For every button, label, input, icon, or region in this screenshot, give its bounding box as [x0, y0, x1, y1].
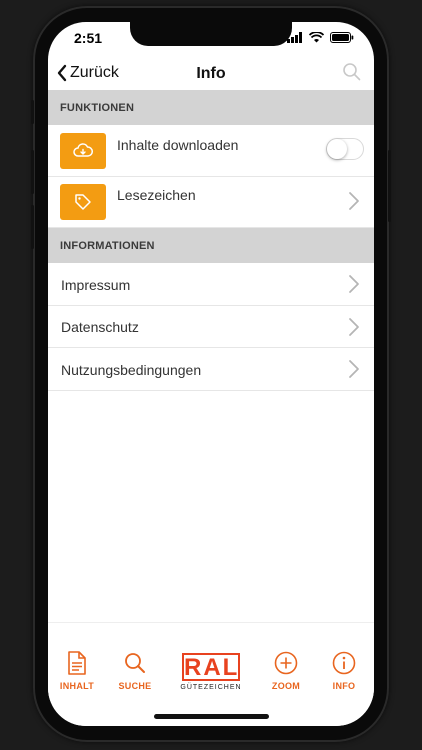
section-header-funktionen: FUNKTIONEN	[48, 90, 374, 125]
chevron-right-icon	[349, 192, 359, 210]
tab-label: INFO	[332, 681, 356, 691]
status-icons	[287, 32, 354, 43]
device-power-button	[388, 150, 391, 222]
section-header-informationen: INFORMATIONEN	[48, 228, 374, 263]
row-impressum[interactable]: Impressum	[48, 263, 374, 306]
download-toggle[interactable]	[326, 138, 364, 160]
signal-icon	[287, 32, 302, 43]
row-datenschutz[interactable]: Datenschutz	[48, 306, 374, 348]
cloud-download-icon	[73, 143, 93, 157]
device-mute-switch	[31, 100, 34, 124]
chevron-right-icon	[349, 275, 359, 293]
toggle-knob	[327, 139, 347, 159]
device-volume-up	[31, 150, 34, 194]
tag-icon-tile	[60, 184, 106, 220]
ral-logo-mark: RAL	[182, 653, 240, 681]
row-label: Lesezeichen	[117, 187, 196, 203]
info-icon	[332, 651, 356, 675]
ral-logo[interactable]: RAL GÜTEZEICHEN	[179, 653, 243, 691]
cloud-download-icon-tile	[60, 133, 106, 169]
row-label: Impressum	[61, 277, 131, 293]
home-indicator	[154, 714, 269, 719]
search-icon	[125, 653, 145, 673]
tab-label: ZOOM	[271, 681, 301, 691]
app-screen: 2:51 Zurück Info FUNKTIONEN Inhalte down…	[48, 22, 374, 726]
notch	[130, 22, 292, 46]
tag-icon	[75, 194, 91, 210]
tab-label: INHALT	[59, 681, 95, 691]
zoom-plus-icon	[274, 651, 298, 675]
chevron-right-icon	[349, 318, 359, 336]
battery-icon	[330, 32, 354, 43]
navigation-bar: Zurück Info	[48, 58, 374, 90]
chevron-right-icon	[349, 360, 359, 378]
search-icon	[343, 63, 361, 81]
tab-info[interactable]: INFO	[316, 651, 372, 691]
document-icon	[68, 651, 86, 675]
tab-suche[interactable]: SUCHE	[107, 651, 163, 691]
status-time: 2:51	[74, 30, 103, 46]
device-volume-down	[31, 205, 34, 249]
row-inhalte-downloaden[interactable]: Inhalte downloaden	[48, 125, 374, 177]
row-lesezeichen[interactable]: Lesezeichen	[48, 177, 374, 228]
wifi-icon	[309, 32, 324, 43]
page-title: Info	[196, 65, 226, 82]
search-button[interactable]	[342, 62, 362, 87]
row-label: Datenschutz	[61, 319, 139, 335]
row-label: Inhalte downloaden	[117, 137, 239, 153]
row-label: Nutzungsbedingungen	[61, 362, 202, 378]
tab-inhalt[interactable]: INHALT	[49, 651, 105, 691]
row-nutzungsbedingungen[interactable]: Nutzungsbedingungen	[48, 348, 374, 391]
tab-zoom[interactable]: ZOOM	[258, 651, 314, 691]
ral-logo-subtitle: GÜTEZEICHEN	[180, 684, 242, 691]
tab-bar: INHALT SUCHE RAL GÜTEZEICHEN ZOOM INFO	[48, 622, 374, 726]
tab-label: SUCHE	[118, 681, 152, 691]
